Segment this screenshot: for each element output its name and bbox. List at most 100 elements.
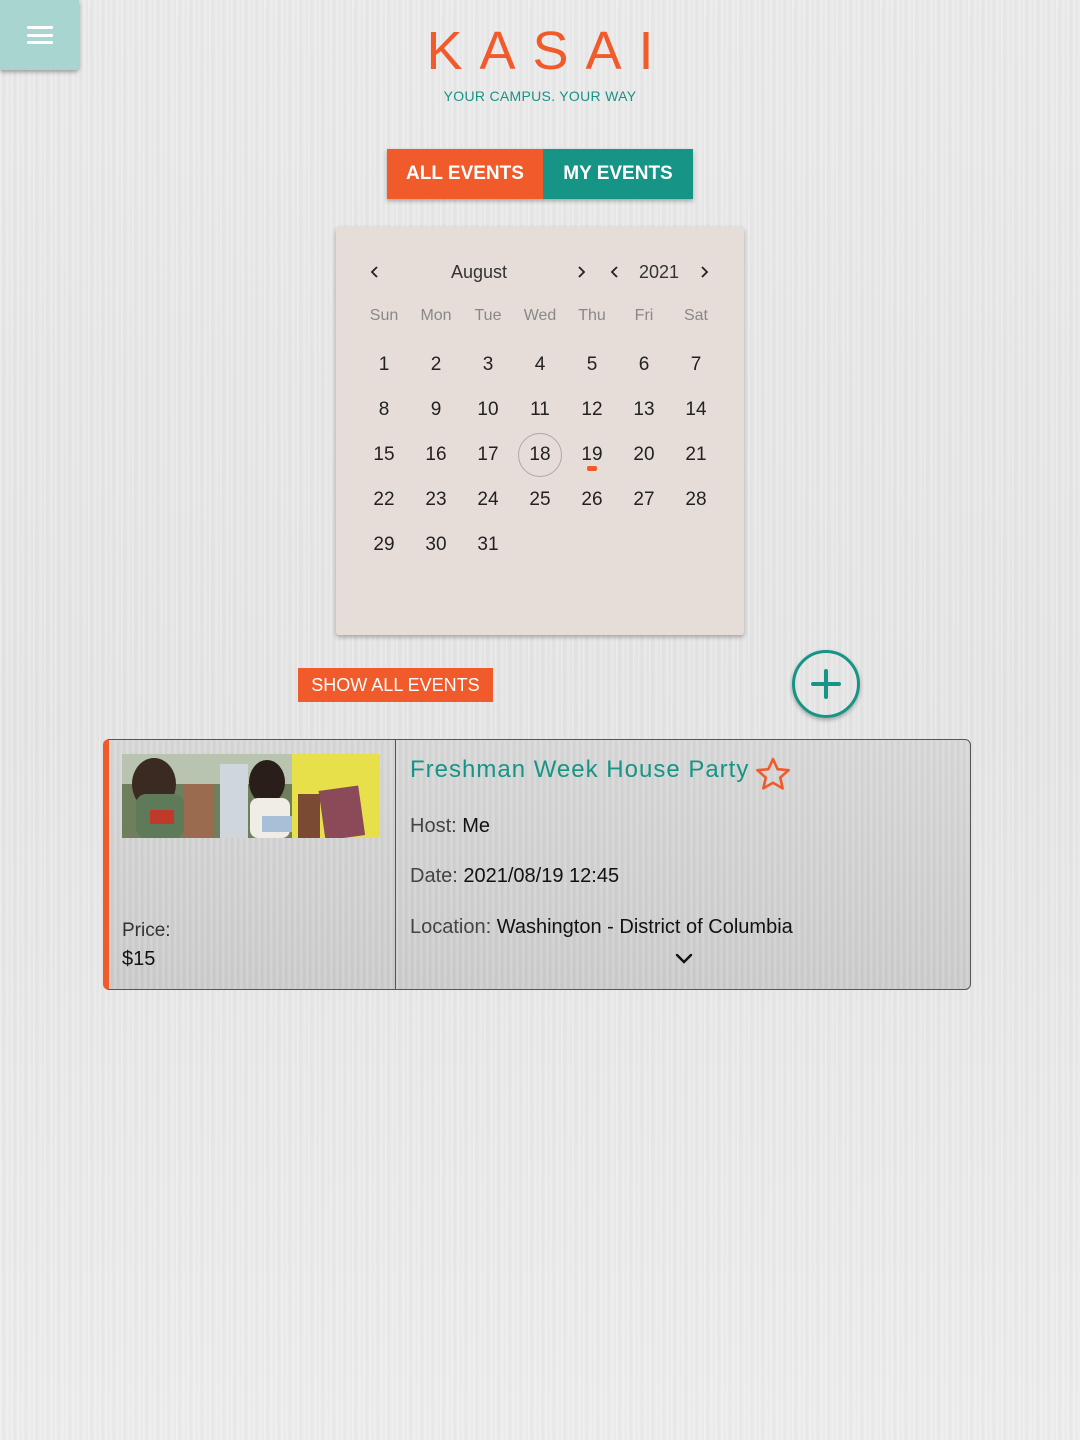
event-title[interactable]: Freshman Week House Party: [410, 756, 749, 784]
tab-all-events[interactable]: ALL EVENTS: [387, 149, 543, 199]
calendar-day-number: 26: [581, 488, 603, 510]
calendar-day[interactable]: 2: [410, 342, 462, 387]
calendar-day[interactable]: 5: [566, 342, 618, 387]
add-event-button[interactable]: [792, 650, 860, 718]
next-month-button[interactable]: [569, 257, 593, 287]
calendar-day-number: 8: [378, 398, 390, 420]
price-value: $15: [122, 948, 156, 970]
calendar-day[interactable]: 7: [670, 342, 722, 387]
calendar-day-number: 6: [638, 353, 650, 375]
calendar-month[interactable]: August: [424, 257, 534, 287]
calendar-day[interactable]: 14: [670, 387, 722, 432]
weekday-label: Thu: [578, 307, 606, 324]
calendar-day-number: 12: [581, 398, 603, 420]
calendar-day-number: 19: [581, 443, 603, 465]
price-label: Price:: [122, 920, 171, 941]
calendar-day[interactable]: 3: [462, 342, 514, 387]
calendar-day-number: 28: [685, 488, 707, 510]
star-outline-icon[interactable]: [754, 756, 792, 792]
plus-icon: [811, 669, 841, 699]
calendar-day-number: 14: [685, 398, 707, 420]
weekday-label: Sat: [683, 307, 708, 324]
calendar-day-number: 23: [425, 488, 447, 510]
calendar-day[interactable]: 15: [358, 432, 410, 477]
calendar-day-number: 27: [633, 488, 655, 510]
calendar-day[interactable]: 16: [410, 432, 462, 477]
calendar-day[interactable]: 4: [514, 342, 566, 387]
prev-year-button[interactable]: [603, 257, 627, 287]
calendar-day[interactable]: 22: [358, 477, 410, 522]
calendar-day-number: 3: [482, 353, 494, 375]
calendar-day[interactable]: 31: [462, 522, 514, 567]
calendar: August 2021 Sun Mon Tue Wed Thu Fri Sat 123456…: [336, 227, 744, 635]
calendar-day[interactable]: 30: [410, 522, 462, 567]
calendar-day-number: 21: [685, 443, 707, 465]
weekday-label: Tue: [474, 307, 502, 324]
calendar-day[interactable]: 20: [618, 432, 670, 477]
prev-month-button[interactable]: [363, 257, 387, 287]
calendar-day-number: 22: [373, 488, 395, 510]
app-header: KASAI YOUR CAMPUS. YOUR WAY: [0, 22, 1080, 104]
calendar-day[interactable]: 8: [358, 387, 410, 432]
calendar-day[interactable]: 24: [462, 477, 514, 522]
calendar-day[interactable]: 11: [514, 387, 566, 432]
event-location: Location: Washington - District of Colum…: [410, 916, 793, 939]
calendar-day[interactable]: 17: [462, 432, 514, 477]
event-thumbnail: [122, 754, 380, 838]
calendar-day[interactable]: 10: [462, 387, 514, 432]
date-value: 2021/08/19 12:45: [463, 865, 620, 887]
weekday-label: Wed: [523, 307, 557, 324]
calendar-day-number: 20: [633, 443, 655, 465]
event-host: Host: Me: [410, 815, 490, 838]
calendar-day[interactable]: 9: [410, 387, 462, 432]
calendar-day[interactable]: 29: [358, 522, 410, 567]
event-indicator-dot: [587, 466, 597, 471]
calendar-day-number: 13: [633, 398, 655, 420]
event-filter-tabs: ALL EVENTS MY EVENTS: [387, 149, 693, 199]
calendar-day[interactable]: 13: [618, 387, 670, 432]
calendar-day-number: 2: [430, 353, 442, 375]
calendar-day[interactable]: 6: [618, 342, 670, 387]
calendar-day-number: 7: [690, 353, 702, 375]
calendar-day[interactable]: 28: [670, 477, 722, 522]
calendar-year[interactable]: 2021: [629, 257, 689, 287]
calendar-day[interactable]: 27: [618, 477, 670, 522]
next-year-button[interactable]: [692, 257, 716, 287]
calendar-day[interactable]: 25: [514, 477, 566, 522]
date-label: Date:: [410, 865, 458, 887]
chevron-down-icon[interactable]: [673, 950, 695, 966]
calendar-day[interactable]: 26: [566, 477, 618, 522]
calendar-day-number: 25: [529, 488, 551, 510]
chevron-right-icon: [701, 266, 709, 278]
calendar-day[interactable]: 12: [566, 387, 618, 432]
host-value: Me: [462, 815, 491, 837]
calendar-day[interactable]: 21: [670, 432, 722, 477]
calendar-day-number: 16: [425, 443, 447, 465]
calendar-day-number: 9: [430, 398, 442, 420]
weekday-label: Fri: [634, 307, 654, 324]
calendar-day[interactable]: 18: [514, 432, 566, 477]
calendar-day-number: 15: [373, 443, 395, 465]
event-card[interactable]: Price: $15 Freshman Week House Party Hos…: [103, 739, 971, 990]
chevron-right-icon: [578, 266, 586, 278]
app-logo: KASAI: [426, 21, 671, 81]
event-date: Date: 2021/08/19 12:45: [410, 865, 619, 888]
calendar-day-number: 5: [586, 353, 598, 375]
calendar-day[interactable]: 19: [566, 432, 618, 477]
chevron-left-icon: [610, 266, 618, 278]
event-card-details: Freshman Week House Party Host: Me Date:…: [396, 740, 966, 989]
calendar-day-number: 4: [534, 353, 546, 375]
tab-my-events[interactable]: MY EVENTS: [543, 149, 693, 199]
location-label: Location:: [410, 916, 492, 938]
calendar-day-number: 29: [373, 533, 395, 555]
calendar-day-number: 30: [425, 533, 447, 555]
calendar-day[interactable]: 1: [358, 342, 410, 387]
app-tagline: YOUR CAMPUS. YOUR WAY: [443, 88, 637, 104]
calendar-day-grid: 1 2 3 4 5 6 7 8 9 10 11 12 13 14 15 16 17 18 19 20 21 22 23 24 2…: [358, 342, 722, 567]
calendar-day-number: 1: [378, 353, 390, 375]
show-all-events-button[interactable]: SHOW ALL EVENTS: [298, 668, 493, 702]
calendar-day[interactable]: 23: [410, 477, 462, 522]
weekday-label: Mon: [420, 307, 452, 324]
weekday-label: Sun: [369, 307, 399, 324]
calendar-day-number: 18: [529, 443, 551, 465]
